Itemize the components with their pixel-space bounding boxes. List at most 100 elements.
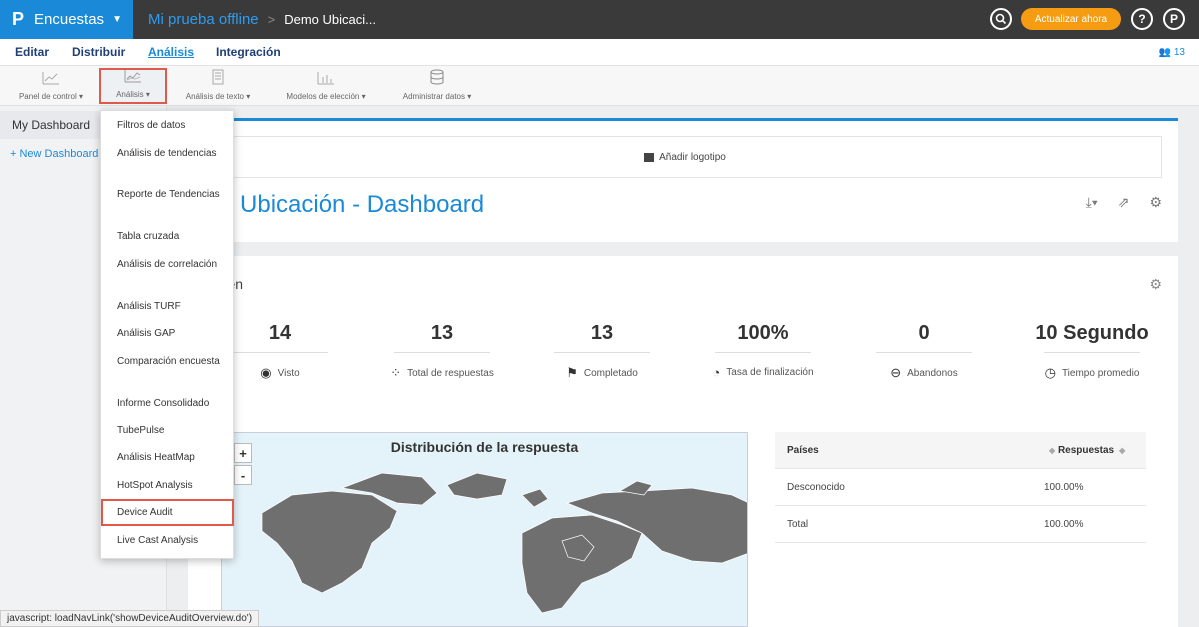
tool-label: Panel de control ▾ <box>18 92 84 101</box>
cell-responses: 100.00% <box>1044 481 1084 493</box>
nav-editar[interactable]: Editar <box>15 45 49 59</box>
menu-item-analisis-heatmap[interactable]: Análisis HeatMap <box>101 451 235 465</box>
metric-label: Completado <box>583 367 638 379</box>
tool-modelos-de-eleccion[interactable]: Modelos de elección ▾ <box>278 68 374 104</box>
download-icon[interactable]: ⤓▾ <box>1086 194 1098 211</box>
browser-status-bar: javascript: loadNavLink('showDeviceAudit… <box>0 610 260 627</box>
divider <box>715 352 811 353</box>
metric-value: 13 <box>590 322 614 344</box>
metric-tasa-finalizacion: 100% ◔ Tasa de finalización <box>689 322 837 380</box>
product-name: Encuestas <box>34 11 105 28</box>
line-chart-icon <box>42 71 60 89</box>
tool-label: Modelos de elección ▾ <box>286 92 366 101</box>
gear-icon[interactable]: ⚙ <box>1149 276 1162 293</box>
metric-label: Tasa de finalización <box>726 367 814 378</box>
metric-completado: 13 ⚑ Completado <box>528 322 676 381</box>
table-row: Total 100.00% <box>775 506 1146 543</box>
upgrade-button[interactable]: Actualizar ahora <box>1021 8 1121 30</box>
product-switcher[interactable]: P Encuestas ▼ <box>0 0 133 39</box>
cell-responses: 100.00% <box>1044 518 1084 530</box>
metric-value: 13 <box>430 322 454 344</box>
dashboard-actions: ⤓▾ ⇗ ⚙ <box>1086 194 1162 211</box>
gear-icon[interactable]: ⚙ <box>1149 194 1162 211</box>
world-map[interactable]: Distribución de la respuesta + - <box>221 432 748 627</box>
users-icon: 👥 <box>1158 47 1172 58</box>
col-paises[interactable]: Países <box>787 445 1044 456</box>
metric-value: 10 Segundo <box>1035 322 1149 344</box>
breadcrumb-project[interactable]: Mi prueba offline <box>148 11 259 28</box>
metric-label: Abandonos <box>907 367 958 379</box>
metric-label: Tiempo promedio <box>1061 367 1140 379</box>
nav-integracion[interactable]: Integración <box>216 45 281 59</box>
users-count-value: 13 <box>1173 47 1185 58</box>
main-content: Añadir logotipo mo Ubicación - Dashboard… <box>188 118 1178 627</box>
caret-down-icon: ▼ <box>112 14 122 25</box>
analysis-chart-icon <box>124 69 142 87</box>
add-logo-box[interactable]: Añadir logotipo <box>208 136 1162 178</box>
profile-icon[interactable]: P <box>1163 8 1185 30</box>
user-count[interactable]: 👥 13 <box>1159 47 1185 58</box>
cell-country: Desconocido <box>787 481 845 493</box>
tool-label: Análisis ▾ <box>116 90 150 99</box>
divider <box>554 352 650 353</box>
sort-icon: ◆ <box>1049 445 1056 455</box>
menu-item-tubepulse[interactable]: TubePulse <box>101 424 235 438</box>
metric-value: 100% <box>737 322 789 344</box>
nav-analisis[interactable]: Análisis <box>148 45 194 59</box>
divider <box>394 352 490 353</box>
top-bar: P Encuestas ▼ Mi prueba offline > Demo U… <box>0 0 1199 39</box>
tool-label: Análisis de texto ▾ <box>185 92 251 101</box>
clock-icon: ◷ <box>1044 365 1056 380</box>
menu-item-informe-consolidado[interactable]: Informe Consolidado <box>101 397 235 411</box>
menu-item-analisis-correlacion[interactable]: Análisis de correlación <box>101 258 235 272</box>
main-nav: Editar Distribuir Análisis Integración 👥… <box>0 39 1199 66</box>
col-respuestas[interactable]: ◆ Respuestas ◆ <box>1044 445 1134 456</box>
menu-item-filtros-de-datos[interactable]: Filtros de datos <box>101 119 235 133</box>
breadcrumb-separator: > <box>267 12 276 27</box>
world-map-shapes <box>261 472 747 614</box>
dashboard-header-card: Añadir logotipo mo Ubicación - Dashboard… <box>188 118 1178 242</box>
metric-abandonos: 0 ⊖ Abandonos <box>850 322 998 381</box>
analysis-dropdown-menu: Filtros de datos Análisis de tendencias … <box>100 110 234 559</box>
new-dashboard-link[interactable]: + New Dashboard <box>10 148 98 160</box>
menu-item-device-audit[interactable]: Device Audit <box>101 499 234 526</box>
share-icon[interactable]: ⇗ <box>1118 194 1130 211</box>
metric-value: 0 <box>918 322 930 344</box>
tool-administrar-datos[interactable]: Administrar datos ▾ <box>393 68 481 104</box>
table-row: Desconocido 100.00% <box>775 469 1146 506</box>
breadcrumb: Mi prueba offline > Demo Ubicaci... <box>148 0 376 39</box>
menu-item-analisis-gap[interactable]: Análisis GAP <box>101 327 235 341</box>
pie-icon: ◔ <box>712 365 721 380</box>
image-icon <box>644 152 655 162</box>
countries-table: Países ◆ Respuestas ◆ Desconocido 100.00%… <box>775 432 1146 543</box>
metric-label: Total de respuestas <box>407 367 494 379</box>
database-icon <box>430 69 444 89</box>
summary-card: umen ⚙ 14 ◉Visto 13 ⁘Total de respuestas… <box>188 256 1178 627</box>
text-analysis-icon <box>211 69 225 89</box>
tool-analisis[interactable]: Análisis ▾ <box>99 68 167 104</box>
help-icon[interactable]: ? <box>1131 8 1153 30</box>
add-logo-label: Añadir logotipo <box>659 151 726 163</box>
questionpro-logo-icon: P <box>12 9 25 29</box>
dots-icon: ⁘ <box>390 365 402 380</box>
menu-item-live-cast-analysis[interactable]: Live Cast Analysis <box>101 534 235 548</box>
flag-icon: ⚑ <box>566 365 578 380</box>
eye-icon: ◉ <box>260 365 272 380</box>
divider <box>876 352 972 353</box>
tool-analisis-de-texto[interactable]: Análisis de texto ▾ <box>176 68 260 104</box>
menu-item-hotspot-analysis[interactable]: HotSpot Analysis <box>101 479 235 493</box>
metric-total-respuestas: 13 ⁘ Total de respuestas <box>368 322 516 381</box>
tool-label: Administrar datos ▾ <box>402 92 472 101</box>
menu-item-tabla-cruzada[interactable]: Tabla cruzada <box>101 230 235 244</box>
menu-item-reporte-tendencias[interactable]: Reporte de Tendencias <box>101 188 235 202</box>
menu-item-comparacion-encuesta[interactable]: Comparación encuesta <box>101 355 235 369</box>
minus-circle-icon: ⊖ <box>890 365 902 380</box>
sort-icon: ◆ <box>1119 445 1126 455</box>
search-icon[interactable] <box>990 8 1012 30</box>
tool-panel-de-control[interactable]: Panel de control ▾ <box>8 68 94 104</box>
menu-item-analisis-tendencias[interactable]: Análisis de tendencias <box>101 147 235 161</box>
toolbar: Panel de control ▾ Análisis ▾ Análisis d… <box>0 66 1199 106</box>
breadcrumb-current: Demo Ubicaci... <box>284 12 376 27</box>
nav-distribuir[interactable]: Distribuir <box>72 45 125 59</box>
menu-item-analisis-turf[interactable]: Análisis TURF <box>101 300 235 314</box>
